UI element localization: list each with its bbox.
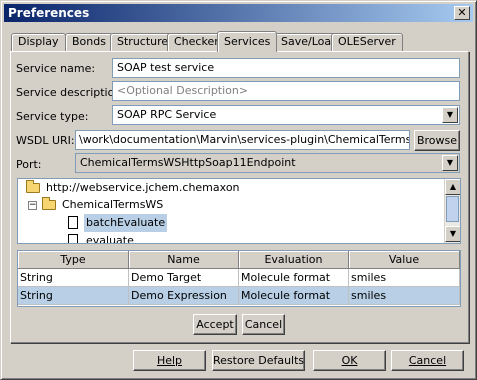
port-value: ChemicalTermsWSHttpSoap11Endpoint <box>80 156 296 169</box>
preferences-dialog: Preferences ✕ Display Bonds Structure Ch… <box>0 0 477 380</box>
service-type-value: SOAP RPC Service <box>117 108 217 121</box>
tab-bonds[interactable]: Bonds <box>65 33 113 51</box>
panel-cancel-button[interactable]: Cancel <box>242 314 285 335</box>
tree-root-label: http://webservice.jchem.chemaxon <box>46 181 240 194</box>
collapse-icon: − <box>28 200 37 210</box>
tree-method-label: batchEvaluate <box>84 214 168 232</box>
table-row[interactable]: String Demo Expression Molecule format s… <box>18 287 460 305</box>
tab-structure[interactable]: Structure <box>110 33 176 51</box>
close-button[interactable]: ✕ <box>454 6 470 20</box>
parameters-table: Type Name Evaluation Value String Demo T… <box>17 250 461 307</box>
chevron-down-icon: ▼ <box>442 155 458 171</box>
table-cell: Demo Target <box>129 269 239 287</box>
service-description-input[interactable]: <Optional Description> <box>112 81 460 101</box>
dialog-cancel-button[interactable]: Cancel <box>391 350 464 371</box>
help-button-label: Help <box>156 354 183 367</box>
document-icon <box>68 216 78 229</box>
table-cell: Demo Expression <box>129 287 239 305</box>
browse-button[interactable]: Browse <box>414 130 460 151</box>
table-cell: smiles <box>349 287 460 305</box>
title-bar: Preferences ✕ <box>4 4 473 22</box>
close-icon: ✕ <box>457 6 467 19</box>
scroll-up-button[interactable]: ▲ <box>445 179 460 195</box>
scroll-down-button[interactable]: ▼ <box>445 226 460 242</box>
accept-button[interactable]: Accept <box>193 314 237 335</box>
column-header-value[interactable]: Value <box>349 251 460 269</box>
column-header-type[interactable]: Type <box>18 251 129 269</box>
port-select[interactable]: ChemicalTermsWSHttpSoap11Endpoint ▼ <box>75 153 460 173</box>
chevron-down-icon: ▼ <box>442 107 458 123</box>
tab-oleserver[interactable]: OLEServer <box>331 33 403 51</box>
column-header-evaluation[interactable]: Evaluation <box>239 251 349 269</box>
service-type-select[interactable]: SOAP RPC Service ▼ <box>112 105 460 125</box>
ok-button[interactable]: OK <box>313 350 386 371</box>
table-cell: String <box>18 269 129 287</box>
service-description-label: Service description: <box>16 86 126 99</box>
table-cell: Molecule format <box>239 287 349 305</box>
folder-open-icon <box>26 180 40 193</box>
tab-services[interactable]: Services <box>217 31 278 52</box>
tree-service-label: ChemicalTermsWS <box>62 198 164 211</box>
dialog-title: Preferences <box>8 6 90 20</box>
tree-method-label: evaluate <box>86 234 134 244</box>
folder-open-icon <box>42 197 56 210</box>
table-row[interactable]: String Demo Target Molecule format smile… <box>18 269 460 287</box>
tree-scrollbar[interactable]: ▲ ▼ <box>444 179 460 243</box>
table-cell: String <box>18 287 129 305</box>
scroll-thumb[interactable] <box>446 196 459 222</box>
wsdl-uri-label: WSDL URI: <box>16 134 75 147</box>
ok-button-label: OK <box>341 354 358 367</box>
cancel-button-label: Cancel <box>408 354 447 367</box>
service-name-input[interactable]: SOAP test service <box>112 58 460 78</box>
port-label: Port: <box>16 158 42 171</box>
service-name-label: Service name: <box>16 62 96 75</box>
restore-defaults-label: Restore Defaults <box>213 354 305 367</box>
service-method-tree[interactable]: http://webservice.jchem.chemaxon − Chemi… <box>17 178 461 244</box>
table-cell: smiles <box>349 269 460 287</box>
tab-display[interactable]: Display <box>11 33 66 51</box>
column-header-name[interactable]: Name <box>129 251 239 269</box>
help-button[interactable]: Help <box>133 350 206 371</box>
restore-defaults-button[interactable]: Restore Defaults <box>212 350 305 371</box>
wsdl-uri-input[interactable]: \work\documentation\Marvin\services-plug… <box>75 130 410 150</box>
service-type-label: Service type: <box>16 110 89 123</box>
document-icon <box>68 234 78 243</box>
table-cell: Molecule format <box>239 269 349 287</box>
